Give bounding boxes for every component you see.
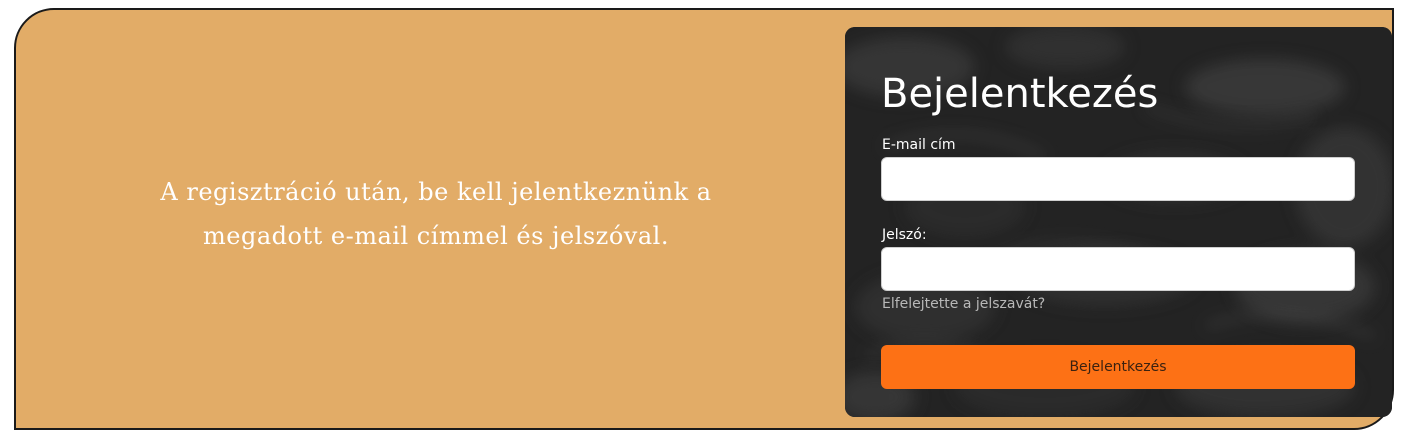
instruction-text: A regisztráció után, be kell jelentkeznü… — [76, 170, 796, 258]
content-frame: A regisztráció után, be kell jelentkeznü… — [14, 8, 1394, 430]
password-label: Jelszó: — [882, 227, 927, 243]
forgot-password-link[interactable]: Elfelejtette a jelszavát? — [882, 295, 1045, 313]
instruction-line-1: A regisztráció után, be kell jelentkeznü… — [160, 178, 712, 206]
email-label: E-mail cím — [882, 137, 956, 153]
login-submit-button[interactable]: Bejelentkezés — [881, 345, 1355, 389]
login-form: Bejelentkezés E-mail cím Jelszó: Elfelej… — [845, 27, 1392, 417]
instruction-line-2: megadott e-mail címmel és jelszóval. — [203, 222, 669, 250]
email-field[interactable] — [881, 157, 1355, 201]
password-field[interactable] — [881, 247, 1355, 291]
login-title: Bejelentkezés — [881, 71, 1159, 117]
login-panel: Bejelentkezés E-mail cím Jelszó: Elfelej… — [845, 27, 1392, 417]
